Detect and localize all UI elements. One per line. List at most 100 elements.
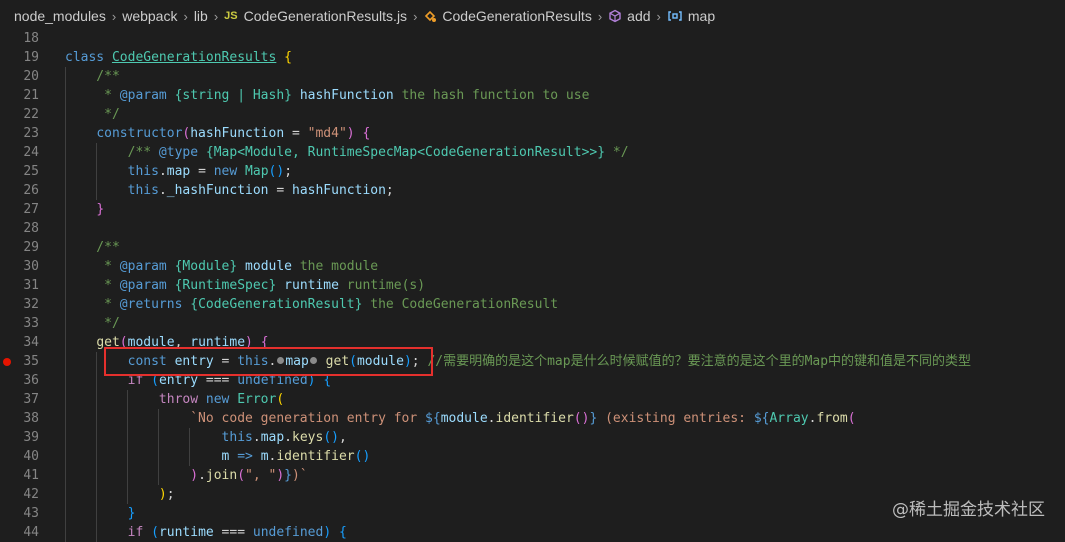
line-number: 23 bbox=[23, 126, 39, 141]
line-number: 39 bbox=[23, 430, 39, 445]
breadcrumb-item-method[interactable]: add bbox=[608, 8, 651, 24]
breadcrumb-label: CodeGenerationResults bbox=[442, 8, 592, 24]
chevron-right-icon: › bbox=[413, 8, 418, 24]
class-symbol-icon bbox=[423, 9, 437, 23]
line-number: 18 bbox=[23, 31, 39, 46]
code-line[interactable]: 38 `No code generation entry for ${modul… bbox=[0, 409, 1065, 428]
line-number: 28 bbox=[23, 221, 39, 236]
code-line[interactable]: 21 * @param {string | Hash} hashFunction… bbox=[0, 86, 1065, 105]
breadcrumb-item-lib[interactable]: lib bbox=[194, 8, 208, 24]
line-number: 41 bbox=[23, 468, 39, 483]
code-line[interactable]: 27 } bbox=[0, 200, 1065, 219]
code-line[interactable]: 30 * @param {Module} module the module bbox=[0, 257, 1065, 276]
code-line[interactable]: 32 * @returns {CodeGenerationResult} the… bbox=[0, 295, 1065, 314]
code-text: * @param {RuntimeSpec} runtime runtime(s… bbox=[65, 278, 426, 293]
line-number: 24 bbox=[23, 145, 39, 160]
line-number: 42 bbox=[23, 487, 39, 502]
code-text: `No code generation entry for ${module.i… bbox=[190, 411, 856, 426]
code-text: * @returns {CodeGenerationResult} the Co… bbox=[65, 297, 559, 312]
code-text: ); bbox=[158, 487, 175, 502]
code-text: */ bbox=[65, 107, 120, 122]
code-text: * @param {Module} module the module bbox=[65, 259, 379, 274]
line-number: 19 bbox=[23, 50, 39, 65]
code-text: */ bbox=[65, 316, 120, 331]
line-number: 30 bbox=[23, 259, 39, 274]
line-number: 20 bbox=[23, 69, 39, 84]
code-text: throw new Error( bbox=[158, 392, 285, 407]
code-line[interactable]: 31 * @param {RuntimeSpec} runtime runtim… bbox=[0, 276, 1065, 295]
code-line[interactable]: 23 constructor(hashFunction = "md4") { bbox=[0, 124, 1065, 143]
code-text: /** bbox=[65, 240, 120, 255]
breadcrumb-item-class[interactable]: CodeGenerationResults bbox=[423, 8, 592, 24]
line-number: 21 bbox=[23, 88, 39, 103]
line-number: 27 bbox=[23, 202, 39, 217]
code-line[interactable]: 20 /** bbox=[0, 67, 1065, 86]
javascript-file-icon: JS bbox=[224, 10, 238, 22]
code-text: this.map.keys(), bbox=[221, 430, 347, 445]
code-line[interactable]: 40 m => m.identifier() bbox=[0, 447, 1065, 466]
line-number: 32 bbox=[23, 297, 39, 312]
breadcrumb-item-node-modules[interactable]: node_modules bbox=[14, 8, 106, 24]
code-line[interactable]: 24 /** @type {Map<Module, RuntimeSpecMap… bbox=[0, 143, 1065, 162]
breadcrumb-label: node_modules bbox=[14, 8, 106, 24]
line-number: 33 bbox=[23, 316, 39, 331]
breadcrumb-item-file[interactable]: JS CodeGenerationResults.js bbox=[224, 8, 407, 24]
line-number: 31 bbox=[23, 278, 39, 293]
code-text: class CodeGenerationResults { bbox=[65, 50, 292, 65]
line-number: 37 bbox=[23, 392, 39, 407]
line-number: 35 bbox=[23, 354, 39, 369]
breadcrumb-label: map bbox=[687, 8, 716, 24]
code-text: constructor(hashFunction = "md4") { bbox=[96, 126, 371, 141]
breadcrumb-label: lib bbox=[193, 8, 208, 24]
line-number: 40 bbox=[23, 449, 39, 464]
code-comment: //需要明确的是这个map是什么时候赋值的？要注意的是这个里的Map中的键和值是… bbox=[427, 354, 972, 369]
code-line[interactable]: 41 ).join(", ")})` bbox=[0, 466, 1065, 485]
code-text: } bbox=[127, 506, 136, 521]
code-editor[interactable]: 18 19 class CodeGenerationResults { 20 /*… bbox=[0, 29, 1065, 542]
code-line[interactable]: 37 throw new Error( bbox=[0, 390, 1065, 409]
code-line[interactable]: 18 bbox=[0, 29, 1065, 48]
code-text: this.map = new Map(); bbox=[127, 164, 293, 179]
code-text: * @param {string | Hash} hashFunction th… bbox=[65, 88, 590, 103]
field-symbol-icon bbox=[667, 9, 683, 23]
line-number: 44 bbox=[23, 525, 39, 540]
method-symbol-icon bbox=[608, 9, 622, 23]
code-text: if (runtime === undefined) { bbox=[127, 525, 347, 540]
line-number: 29 bbox=[23, 240, 39, 255]
highlight-annotation-box bbox=[104, 347, 433, 376]
code-line[interactable]: 26 this._hashFunction = hashFunction; bbox=[0, 181, 1065, 200]
code-line[interactable]: 25 this.map = new Map(); bbox=[0, 162, 1065, 181]
line-number: 36 bbox=[23, 373, 39, 388]
breadcrumb-label: webpack bbox=[122, 8, 178, 24]
line-number: 25 bbox=[23, 164, 39, 179]
line-number: 22 bbox=[23, 107, 39, 122]
code-line[interactable]: 22 */ bbox=[0, 105, 1065, 124]
line-number: 43 bbox=[23, 506, 39, 521]
chevron-right-icon: › bbox=[183, 8, 188, 24]
breadcrumb: node_modules › webpack › lib › JS CodeGe… bbox=[0, 0, 1065, 32]
breadcrumb-item-field[interactable]: map bbox=[667, 8, 715, 24]
code-text: ).join(", ")})` bbox=[190, 468, 308, 483]
line-number: 34 bbox=[23, 335, 39, 350]
code-line[interactable]: 29 /** bbox=[0, 238, 1065, 257]
breadcrumb-label: CodeGenerationResults.js bbox=[243, 8, 408, 24]
code-line[interactable]: 39 this.map.keys(), bbox=[0, 428, 1065, 447]
code-text: /** @type {Map<Module, RuntimeSpecMap<Co… bbox=[65, 145, 629, 160]
code-line[interactable]: 33 */ bbox=[0, 314, 1065, 333]
code-line[interactable]: 19 class CodeGenerationResults { bbox=[0, 48, 1065, 67]
chevron-right-icon: › bbox=[111, 8, 117, 24]
chevron-right-icon: › bbox=[597, 8, 603, 24]
code-text: /** bbox=[65, 69, 120, 84]
code-text: m => m.identifier() bbox=[221, 449, 371, 464]
chevron-right-icon: › bbox=[656, 8, 661, 24]
line-number: 38 bbox=[23, 411, 39, 426]
line-number: 26 bbox=[23, 183, 39, 198]
breadcrumb-item-webpack[interactable]: webpack bbox=[122, 8, 177, 24]
breadcrumb-label: add bbox=[627, 8, 651, 24]
code-line[interactable]: 44 if (runtime === undefined) { bbox=[0, 523, 1065, 542]
code-text: } bbox=[96, 202, 105, 217]
watermark: @稀土掘金技术社区 bbox=[892, 500, 1045, 520]
code-text: this._hashFunction = hashFunction; bbox=[127, 183, 394, 198]
code-line[interactable]: 28 bbox=[0, 219, 1065, 238]
chevron-right-icon: › bbox=[213, 8, 219, 24]
